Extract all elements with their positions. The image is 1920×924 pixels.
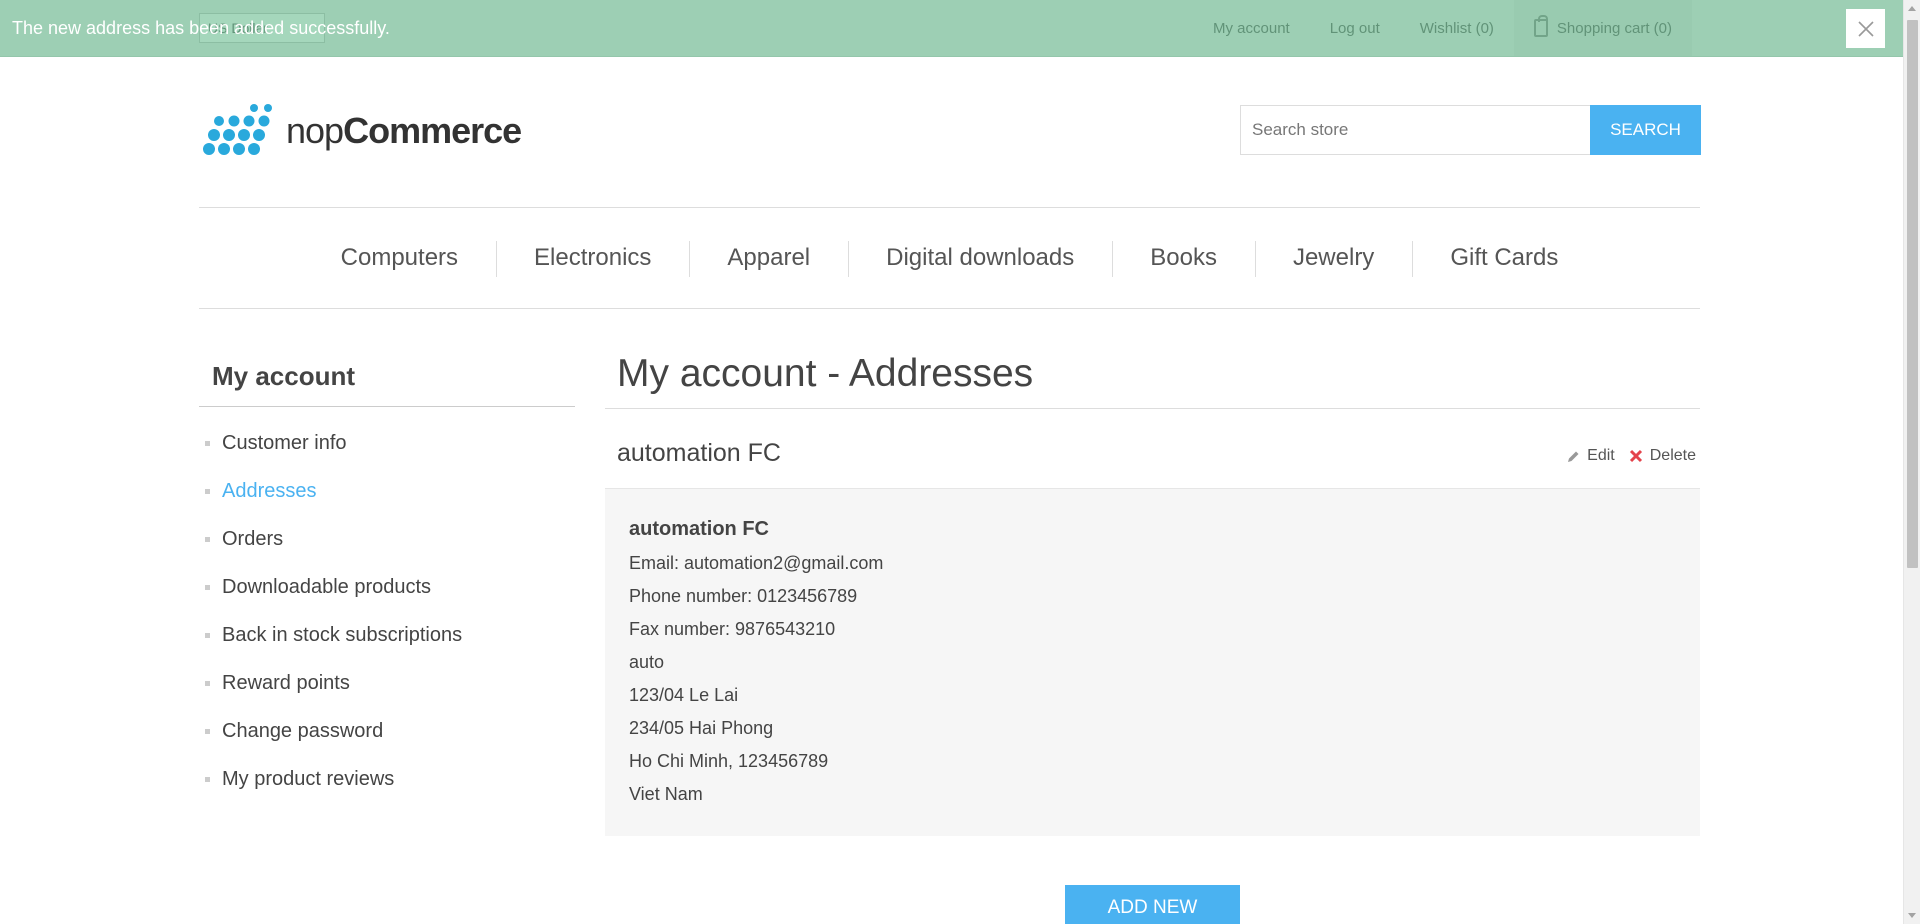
sidebar-item-customer-info[interactable]: Customer info — [205, 419, 462, 467]
bullet-icon — [205, 584, 210, 590]
top-menu: Computers Electronics Apparel Digital do… — [199, 207, 1700, 309]
pencil-icon — [1568, 451, 1579, 462]
bullet-icon — [205, 632, 210, 638]
address-country: Viet Nam — [629, 784, 703, 804]
scrollbar-thumb[interactable] — [1907, 20, 1918, 568]
menu-item-books[interactable]: Books — [1112, 241, 1255, 277]
search-button[interactable]: SEARCH — [1590, 105, 1701, 155]
notification-message: The new address has been added successfu… — [12, 18, 390, 38]
logo-text: nopCommerce — [286, 110, 522, 151]
bullet-icon — [205, 440, 210, 446]
bullet-icon — [205, 488, 210, 494]
add-new-address-button[interactable]: ADD NEW — [1065, 885, 1240, 924]
edit-address-button[interactable]: Edit — [1567, 447, 1615, 465]
account-navigation: Customer info Addresses Orders Downloada… — [205, 419, 462, 803]
address-company: auto — [629, 652, 665, 672]
address-line-1: 123/04 Le Lai — [629, 685, 739, 705]
menu-item-digital-downloads[interactable]: Digital downloads — [848, 241, 1112, 277]
store-logo[interactable]: nopCommerce — [202, 104, 522, 158]
bullet-icon — [205, 776, 210, 782]
delete-x-icon — [1629, 449, 1642, 463]
sidebar-item-downloadable-products[interactable]: Downloadable products — [205, 563, 462, 611]
bullet-icon — [205, 536, 210, 542]
scroll-down-icon[interactable] — [1908, 913, 1916, 918]
sidebar-item-change-password[interactable]: Change password — [205, 707, 462, 755]
sidebar-item-addresses[interactable]: Addresses — [205, 467, 462, 515]
sidebar-item-orders[interactable]: Orders — [205, 515, 462, 563]
search-input[interactable] — [1240, 105, 1590, 155]
menu-item-computers[interactable]: Computers — [303, 244, 496, 272]
address-city-zip: Ho Chi Minh, 123456789 — [629, 751, 829, 771]
close-notification-button[interactable] — [1846, 9, 1885, 48]
search-box: SEARCH — [1240, 105, 1701, 155]
bullet-icon — [205, 680, 210, 686]
address-actions: Edit Delete — [1553, 447, 1696, 465]
sidebar-title: My account — [199, 355, 575, 407]
close-icon — [1857, 20, 1874, 37]
address-header: automation FC Edit Delete — [605, 433, 1700, 489]
sidebar-item-reward-points[interactable]: Reward points — [205, 659, 462, 707]
logo-dots-icon — [203, 104, 272, 155]
address-email: Email: automation2@gmail.com — [629, 553, 884, 573]
menu-item-gift-cards[interactable]: Gift Cards — [1412, 241, 1596, 277]
scroll-up-icon[interactable] — [1908, 6, 1916, 11]
address-line-2: 234/05 Hai Phong — [629, 718, 774, 738]
page-scrollbar[interactable] — [1903, 0, 1920, 924]
menu-item-apparel[interactable]: Apparel — [689, 241, 848, 277]
address-fax: Fax number: 9876543210 — [629, 619, 836, 639]
sidebar-item-back-in-stock[interactable]: Back in stock subscriptions — [205, 611, 462, 659]
address-details: automation FC Email: automation2@gmail.c… — [605, 489, 1700, 836]
bullet-icon — [205, 728, 210, 734]
address-phone: Phone number: 0123456789 — [629, 586, 858, 606]
success-notification: The new address has been added successfu… — [0, 0, 1903, 57]
sidebar-item-product-reviews[interactable]: My product reviews — [205, 755, 462, 803]
menu-item-electronics[interactable]: Electronics — [496, 241, 689, 277]
menu-item-jewelry[interactable]: Jewelry — [1254, 241, 1412, 277]
delete-address-button[interactable]: Delete — [1629, 447, 1696, 465]
address-name: automation FC — [629, 518, 769, 540]
address-title: automation FC — [617, 439, 781, 467]
page-title: My account - Addresses — [605, 350, 1700, 409]
